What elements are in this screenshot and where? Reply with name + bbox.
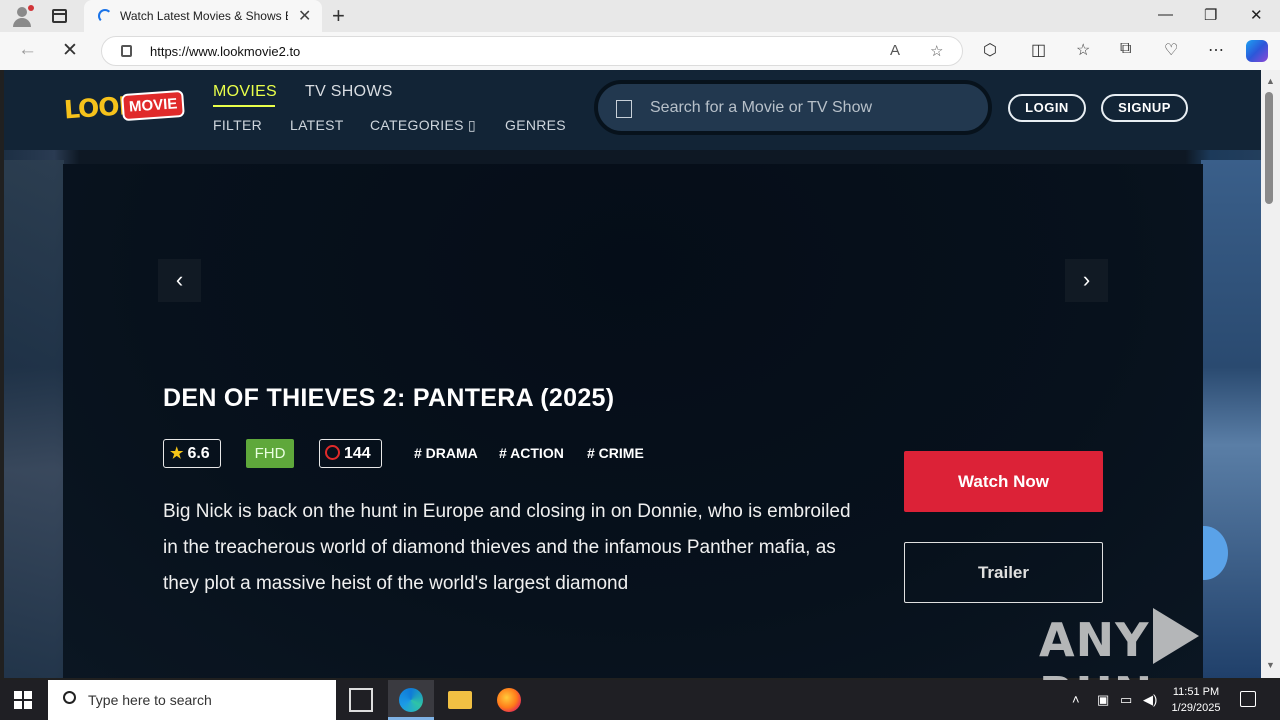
minimize-button[interactable]: — — [1158, 6, 1173, 23]
clock-date: 1/29/2025 — [1171, 702, 1221, 714]
split-screen-icon[interactable]: ◫ — [1031, 40, 1046, 60]
watermark-play-icon — [1153, 608, 1200, 664]
site-header: LOOK MOVIE MOVIES TV SHOWS FILTER LATEST… — [4, 70, 1261, 150]
search-icon — [616, 100, 632, 118]
genre-tag-drama[interactable]: # DRAMA — [414, 445, 478, 461]
star-icon: ★ — [170, 445, 184, 462]
signup-button[interactable]: SIGNUP — [1101, 94, 1188, 122]
trailer-button[interactable]: Trailer — [904, 542, 1103, 603]
scrollbar-thumb[interactable] — [1265, 92, 1273, 204]
browser-tab-bar: Watch Latest Movies & Shows Ep ✕ + — ❐ ✕ — [0, 0, 1280, 32]
tab-actions-icon[interactable] — [52, 9, 67, 23]
favorite-star-icon[interactable]: ☆ — [930, 42, 943, 60]
collections-icon[interactable]: ⧉ — [1120, 40, 1131, 58]
windows-taskbar: Type here to search ˄ ▣ ▭ ◀) 11:51 PM 1/… — [0, 680, 1280, 720]
search-icon — [63, 691, 76, 704]
scroll-up-icon[interactable]: ▲ — [1266, 76, 1275, 86]
windows-start-icon[interactable] — [14, 691, 33, 710]
clock-icon — [325, 445, 340, 460]
watch-now-button[interactable]: Watch Now — [904, 451, 1103, 512]
address-bar[interactable]: https://www.lookmovie2.to A ☆ — [101, 36, 963, 66]
movie-description: Big Nick is back on the hunt in Europe a… — [163, 501, 851, 594]
page-scrollbar[interactable]: ▲ ▼ — [1261, 70, 1280, 678]
background-poster-right — [1201, 160, 1261, 678]
genre-tag-action[interactable]: # ACTION — [499, 445, 564, 461]
browser-tab[interactable]: Watch Latest Movies & Shows Ep ✕ — [84, 0, 322, 32]
duration-value: 144 — [344, 445, 371, 462]
close-window-button[interactable]: ✕ — [1250, 6, 1263, 24]
back-icon[interactable]: ← — [18, 39, 37, 61]
profile-icon[interactable] — [10, 5, 34, 27]
nav-categories[interactable]: CATEGORIES ▯ — [370, 117, 476, 134]
duration-badge: 144 — [319, 439, 382, 468]
tab-title: Watch Latest Movies & Shows Ep — [120, 9, 288, 23]
taskbar-search-input[interactable]: Type here to search — [88, 692, 212, 708]
firefox-icon[interactable] — [497, 688, 521, 712]
watermark-any: ANY — [1039, 613, 1150, 667]
clock-time: 11:51 PM — [1172, 686, 1220, 698]
file-explorer-icon[interactable] — [448, 691, 472, 709]
hero-slider: ‹ › DEN OF THIEVES 2: PANTERA (2025) ★ 6.… — [63, 164, 1203, 678]
genre-tag-crime[interactable]: # CRIME — [587, 445, 644, 461]
browser-essentials-icon[interactable]: ♡ — [1164, 40, 1178, 60]
nav-movies[interactable]: MOVIES — [213, 83, 277, 101]
taskbar-search[interactable]: Type here to search — [48, 680, 336, 720]
login-button[interactable]: LOGIN — [1008, 94, 1086, 122]
loading-spinner-icon — [98, 9, 112, 23]
stop-loading-icon[interactable]: ✕ — [62, 39, 78, 62]
slider-next-button[interactable]: › — [1065, 259, 1108, 302]
more-options-icon[interactable]: ⋯ — [1208, 40, 1224, 60]
volume-icon[interactable]: ◀) — [1143, 692, 1157, 708]
search-box[interactable]: Search for a Movie or TV Show — [594, 80, 992, 135]
quality-badge: FHD — [246, 439, 294, 468]
nav-genres[interactable]: GENRES — [505, 117, 566, 133]
movie-title[interactable]: DEN OF THIEVES 2: PANTERA (2025) — [163, 384, 614, 413]
tray-device-icon[interactable]: ▣ — [1097, 692, 1109, 708]
taskbar-clock[interactable]: 11:51 PM 1/29/2025 — [1166, 684, 1226, 716]
site-logo[interactable]: LOOK MOVIE — [63, 89, 186, 126]
url-text[interactable]: https://www.lookmovie2.to — [150, 44, 300, 59]
rating-value: 6.6 — [187, 445, 210, 462]
nav-latest[interactable]: LATEST — [290, 117, 344, 133]
tab-close-icon[interactable]: ✕ — [298, 6, 311, 26]
address-toolbar: ← ✕ https://www.lookmovie2.to A ☆ ⬡ ◫ ☆ … — [0, 32, 1280, 70]
notifications-icon[interactable] — [1240, 691, 1256, 707]
task-view-icon[interactable] — [349, 688, 373, 712]
background-poster-left — [4, 160, 64, 678]
search-input[interactable]: Search for a Movie or TV Show — [650, 99, 872, 117]
slider-prev-button[interactable]: ‹ — [158, 259, 201, 302]
web-page: LOOK MOVIE MOVIES TV SHOWS FILTER LATEST… — [4, 70, 1261, 678]
copilot-icon[interactable] — [1246, 40, 1268, 62]
logo-movie: MOVIE — [121, 89, 186, 122]
nav-tv-shows[interactable]: TV SHOWS — [305, 83, 393, 101]
network-icon[interactable]: ▭ — [1120, 692, 1132, 708]
lock-icon[interactable] — [121, 45, 132, 57]
extensions-icon[interactable]: ⬡ — [983, 40, 997, 60]
edge-browser-icon[interactable] — [399, 688, 423, 712]
read-aloud-icon[interactable]: A — [890, 42, 900, 59]
nav-filter[interactable]: FILTER — [213, 117, 262, 133]
nav-active-underline — [213, 105, 275, 107]
rating-badge: ★ 6.6 — [163, 439, 221, 468]
favorites-icon[interactable]: ☆ — [1076, 40, 1090, 60]
restore-button[interactable]: ❐ — [1204, 6, 1217, 24]
new-tab-button[interactable]: + — [332, 3, 345, 29]
tray-chevron-icon[interactable]: ˄ — [1072, 692, 1080, 707]
